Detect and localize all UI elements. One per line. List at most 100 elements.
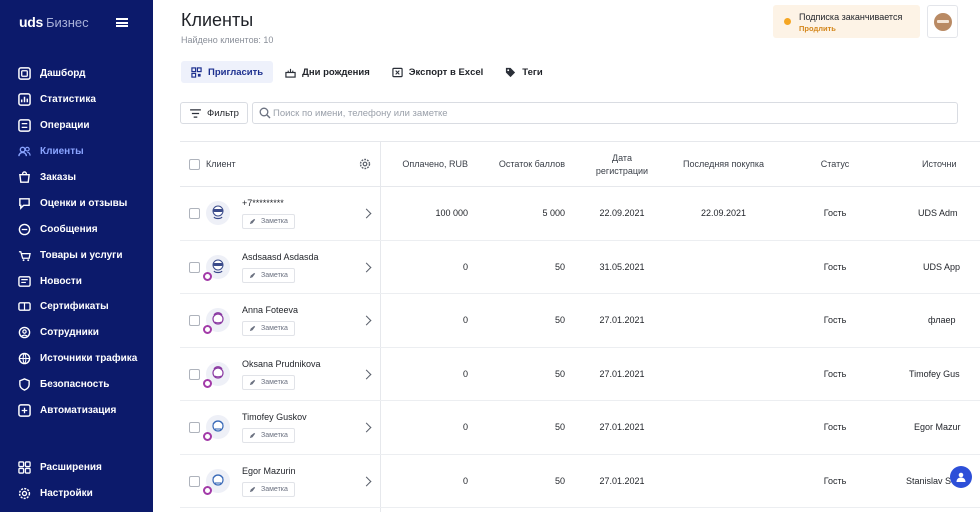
sidebar-item-reviews[interactable]: Оценки и отзывы: [0, 190, 153, 216]
app-user-badge-icon: [203, 485, 212, 495]
invite-label: Пригласить: [208, 66, 264, 78]
renew-link[interactable]: Продлить: [799, 24, 836, 33]
sidebar-item-security[interactable]: Безопасность: [0, 372, 153, 398]
invite-button[interactable]: Пригласить: [181, 61, 274, 83]
row-checkbox[interactable]: [189, 208, 200, 219]
source-value: Timofey Gus: [909, 368, 960, 379]
client-avatar-icon: [212, 420, 224, 432]
sidebar-item-dashboard[interactable]: Дашборд: [0, 61, 153, 87]
note-button[interactable]: Заметка: [242, 481, 295, 497]
table-row[interactable]: Anna Foteeva Заметка 0 50 27.01.2021 Гос…: [180, 294, 980, 348]
column-settings-gear-icon[interactable]: [359, 158, 371, 170]
row-checkbox[interactable]: [189, 475, 200, 487]
tags-button[interactable]: Теги: [495, 61, 552, 83]
sidebar-item-clients[interactable]: Клиенты: [0, 139, 153, 165]
paid-value: 0: [462, 261, 468, 272]
pencil-icon: [249, 272, 256, 278]
clients-table: Клиент Оплачено, RUB Остаток баллов Дата…: [180, 141, 980, 512]
pencil-icon: [249, 432, 256, 439]
note-button[interactable]: Заметка: [242, 321, 295, 336]
row-checkbox[interactable]: [189, 368, 200, 380]
sidebar-item-orders[interactable]: Заказы: [0, 165, 153, 191]
client-name[interactable]: Oksana Prudnikova: [242, 359, 321, 369]
row-checkbox[interactable]: [189, 422, 200, 433]
operations-icon: [18, 119, 31, 133]
column-last-purchase[interactable]: Последняя покупка: [670, 158, 777, 171]
column-source[interactable]: Источни: [922, 158, 956, 171]
sidebar-item-news[interactable]: Новости: [0, 268, 153, 294]
sidebar-item-label: Расширения: [40, 462, 102, 474]
pencil-icon: [249, 325, 256, 332]
sidebar-item-traffic[interactable]: Источники трафика: [0, 346, 153, 372]
chevron-right-icon[interactable]: [361, 262, 372, 272]
note-button[interactable]: Заметка: [242, 374, 295, 390]
row-checkbox[interactable]: [189, 261, 200, 273]
notice-title: Подписка заканчивается: [799, 12, 903, 22]
column-client[interactable]: Клиент: [206, 158, 236, 171]
search-box[interactable]: [252, 102, 958, 124]
sidebar-item-automation[interactable]: Автоматизация: [0, 398, 153, 424]
chevron-right-icon[interactable]: [361, 208, 372, 219]
chevron-right-icon[interactable]: [361, 422, 372, 433]
sidebar-item-messages[interactable]: Сообщения: [0, 216, 153, 242]
birthdays-button[interactable]: Дни рождения: [275, 61, 380, 83]
client-name[interactable]: +7*********: [242, 198, 284, 208]
extensions-icon: [18, 461, 31, 475]
sidebar-item-goods[interactable]: Товары и услуги: [0, 242, 153, 268]
sidebar-item-statistics[interactable]: Статистика: [0, 87, 153, 113]
subscription-notice[interactable]: Подписка заканчивается Продлить: [773, 5, 920, 38]
sidebar-item-extensions[interactable]: Расширения: [0, 455, 153, 481]
column-status[interactable]: Статус: [800, 158, 870, 171]
source-value: Egor Mazur: [914, 422, 961, 432]
client-name[interactable]: Anna Foteeva: [242, 305, 298, 315]
status-value: Гость: [823, 475, 847, 486]
pencil-icon: [249, 379, 256, 385]
menu-toggle-icon[interactable]: [116, 18, 128, 27]
company-avatar-button[interactable]: [927, 5, 958, 38]
select-all-checkbox[interactable]: [189, 159, 200, 170]
source-value: UDS App: [923, 261, 961, 272]
note-button[interactable]: Заметка: [242, 214, 295, 229]
chevron-right-icon[interactable]: [361, 369, 372, 379]
chevron-right-icon[interactable]: [361, 315, 372, 326]
table-row[interactable]: +7********* Заметка 100 000 5 000 22.09.…: [180, 187, 980, 241]
client-name[interactable]: Asdsaasd Asdasda: [242, 252, 319, 262]
table-row[interactable]: Egor Mazurin Заметка 0 50 27.01.2021 Гос…: [180, 455, 980, 508]
row-checkbox[interactable]: [189, 315, 200, 326]
search-input[interactable]: [273, 107, 873, 119]
note-button[interactable]: Заметка: [242, 428, 295, 443]
paid-value: 0: [462, 315, 468, 325]
paid-value: 100 000: [435, 208, 468, 218]
sidebar: uds Бизнес Дашборд Статистика Операции К…: [0, 0, 153, 512]
reg-date-value: 27.01.2021: [599, 315, 645, 325]
column-paid[interactable]: Оплачено, RUB: [390, 158, 468, 171]
client-name[interactable]: Egor Mazurin: [242, 466, 296, 476]
table-row[interactable]: Oksana Prudnikova Заметка 0 50 27.01.202…: [180, 348, 980, 401]
chevron-right-icon[interactable]: [361, 476, 372, 486]
table-row[interactable]: Timofey Guskov Заметка 0 50 27.01.2021 Г…: [180, 401, 980, 455]
sidebar-item-employees[interactable]: Сотрудники: [0, 320, 153, 346]
filter-button[interactable]: Фильтр: [180, 102, 248, 124]
column-balance[interactable]: Остаток баллов: [480, 158, 565, 171]
logo[interactable]: uds Бизнес: [19, 14, 89, 30]
client-name[interactable]: Timofey Guskov: [242, 412, 307, 422]
app-user-badge-icon: [203, 325, 212, 334]
table-row[interactable]: Asdsaasd Asdasda Заметка 0 50 31.05.2021…: [180, 241, 980, 294]
balance-value: 50: [554, 315, 565, 325]
export-excel-button[interactable]: Экспорт в Excel: [382, 61, 494, 83]
help-chat-button[interactable]: [950, 466, 972, 488]
avatar: [203, 361, 230, 388]
sidebar-item-label: Товары и услуги: [40, 249, 123, 261]
sidebar-item-operations[interactable]: Операции: [0, 113, 153, 139]
balance-value: 50: [554, 422, 565, 432]
sidebar-item-certificates[interactable]: Сертификаты: [0, 294, 153, 320]
sidebar-item-label: Оценки и отзывы: [40, 197, 128, 209]
sidebar-item-settings[interactable]: Настройки: [0, 481, 153, 507]
sidebar-bottom-nav: Расширения Настройки: [0, 455, 153, 507]
balance-value: 50: [554, 368, 565, 379]
note-label: Заметка: [261, 378, 288, 386]
note-button[interactable]: Заметка: [242, 267, 295, 283]
column-reg-date[interactable]: Дата регистрации: [580, 152, 664, 178]
reviews-icon: [18, 197, 31, 210]
column-reg-date-line1: Дата: [612, 153, 632, 163]
